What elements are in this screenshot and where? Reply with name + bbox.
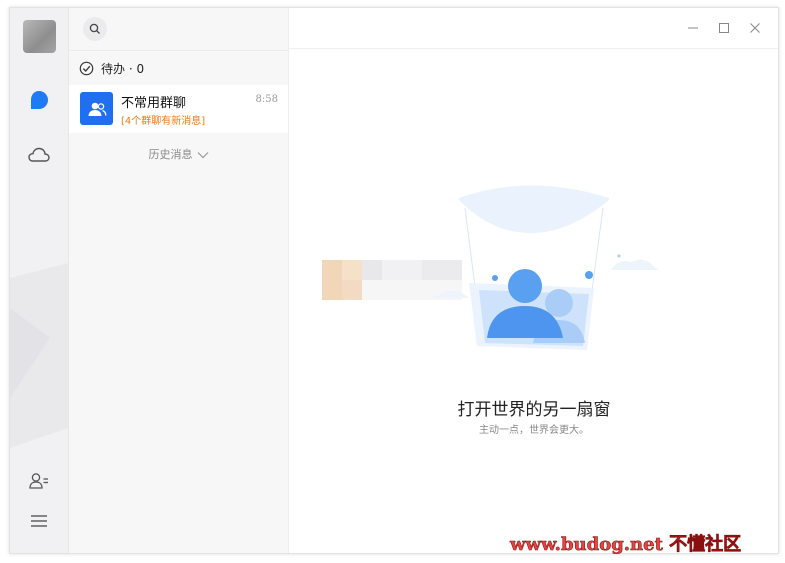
cloud-icon[interactable] — [26, 142, 52, 168]
chevron-down-icon — [197, 149, 209, 162]
empty-state-illustration — [322, 185, 659, 350]
main-panel: 打开世界的另一扇窗 主动一点，世界会更大。 — [288, 8, 778, 553]
nav-rail — [10, 8, 69, 553]
conversation-list-panel: 待办 · 0 不常用群聊 8:58 [4个群聊有新消息] 历史消息 — [69, 8, 288, 553]
title-bar — [289, 8, 778, 49]
conversation-item[interactable]: 不常用群聊 8:58 [4个群聊有新消息] — [69, 85, 288, 133]
search-button[interactable] — [83, 17, 107, 41]
todo-label: 待办 · 0 — [101, 61, 145, 76]
empty-state-subline: 主动一点，世界会更大。 — [479, 425, 589, 436]
chat-bubble-icon[interactable] — [26, 87, 52, 113]
history-label: 历史消息 — [148, 148, 193, 161]
conversation-name: 不常用群聊 — [121, 96, 187, 111]
conversation-time: 8:58 — [255, 94, 278, 105]
conversation-preview: [4个群聊有新消息] — [121, 116, 206, 127]
contacts-icon[interactable] — [26, 468, 52, 494]
group-avatar — [80, 92, 113, 125]
check-circle-icon — [79, 61, 94, 76]
site-watermark: www.budog.net 不懂社区 — [510, 534, 742, 556]
search-icon — [89, 23, 100, 34]
maximize-button[interactable] — [715, 19, 733, 37]
empty-state-headline: 打开世界的另一扇窗 — [457, 400, 611, 420]
user-avatar[interactable] — [23, 20, 56, 53]
close-button[interactable] — [746, 19, 764, 37]
minimize-button[interactable] — [684, 19, 702, 37]
menu-icon[interactable] — [26, 508, 52, 534]
app-window: 待办 · 0 不常用群聊 8:58 [4个群聊有新消息] 历史消息 打开世界的另… — [9, 7, 779, 554]
group-people-icon — [88, 102, 106, 116]
close-icon — [750, 23, 760, 33]
maximize-icon — [719, 23, 729, 33]
history-messages-link[interactable]: 历史消息 — [69, 146, 288, 162]
todo-bar[interactable]: 待办 · 0 — [69, 50, 288, 86]
minimize-icon — [688, 27, 698, 29]
